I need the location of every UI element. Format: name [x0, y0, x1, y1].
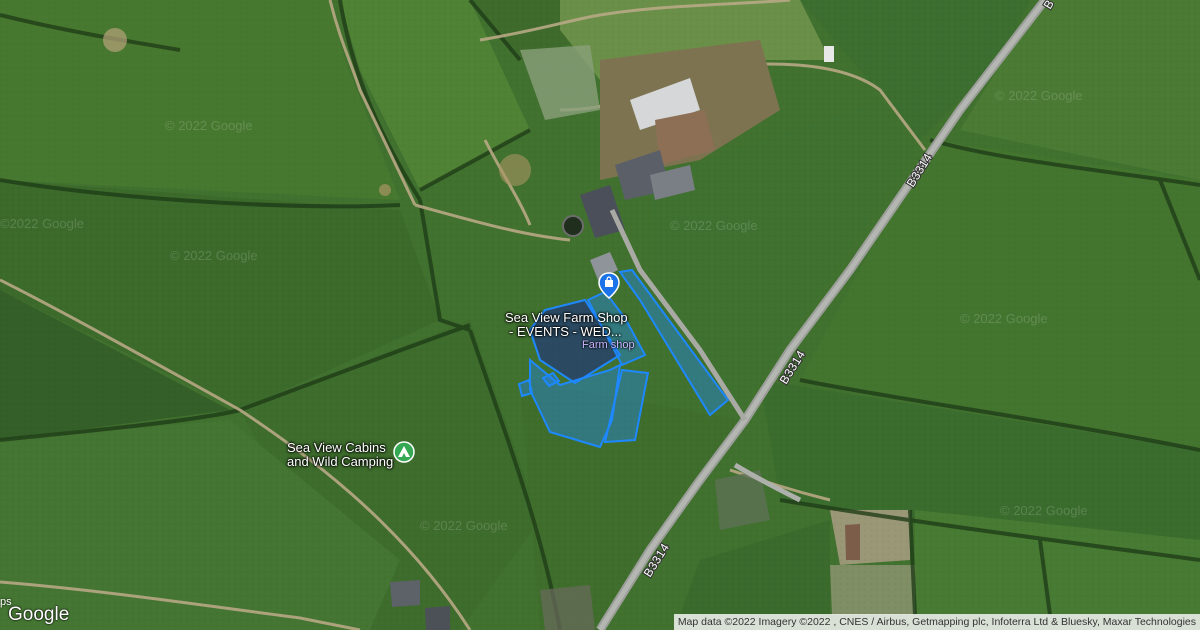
camping-name-line1: Sea View Cabins [287, 440, 386, 455]
google-logo[interactable]: Google [8, 604, 69, 626]
road-label: B3314 [904, 151, 936, 190]
road-label: B3314 [777, 348, 809, 387]
camping-name-line2: and Wild Camping [287, 454, 394, 469]
highlighted-parcels[interactable] [517, 268, 730, 449]
satellite-map[interactable]: © 2022 Google ©2022 Google © 2022 Google… [0, 0, 1200, 630]
camping-marker[interactable] [393, 441, 415, 463]
parcel-outline[interactable] [517, 378, 534, 398]
road-label: B3314 [641, 541, 673, 580]
camping-label[interactable]: Sea View Cabins and Wild Camping [287, 441, 393, 469]
farm-shop-label[interactable]: Sea View Farm Shop - EVENTS - WED... [505, 311, 628, 339]
farm-shop-name-line2: - EVENTS - WED... [509, 324, 622, 339]
road-label: B [1041, 0, 1057, 12]
map-attribution[interactable]: Map data ©2022 Imagery ©2022 , CNES / Ai… [673, 614, 1200, 630]
farm-shop-name-line1: Sea View Farm Shop [505, 310, 628, 325]
farm-shop-category: Farm shop [582, 339, 635, 351]
